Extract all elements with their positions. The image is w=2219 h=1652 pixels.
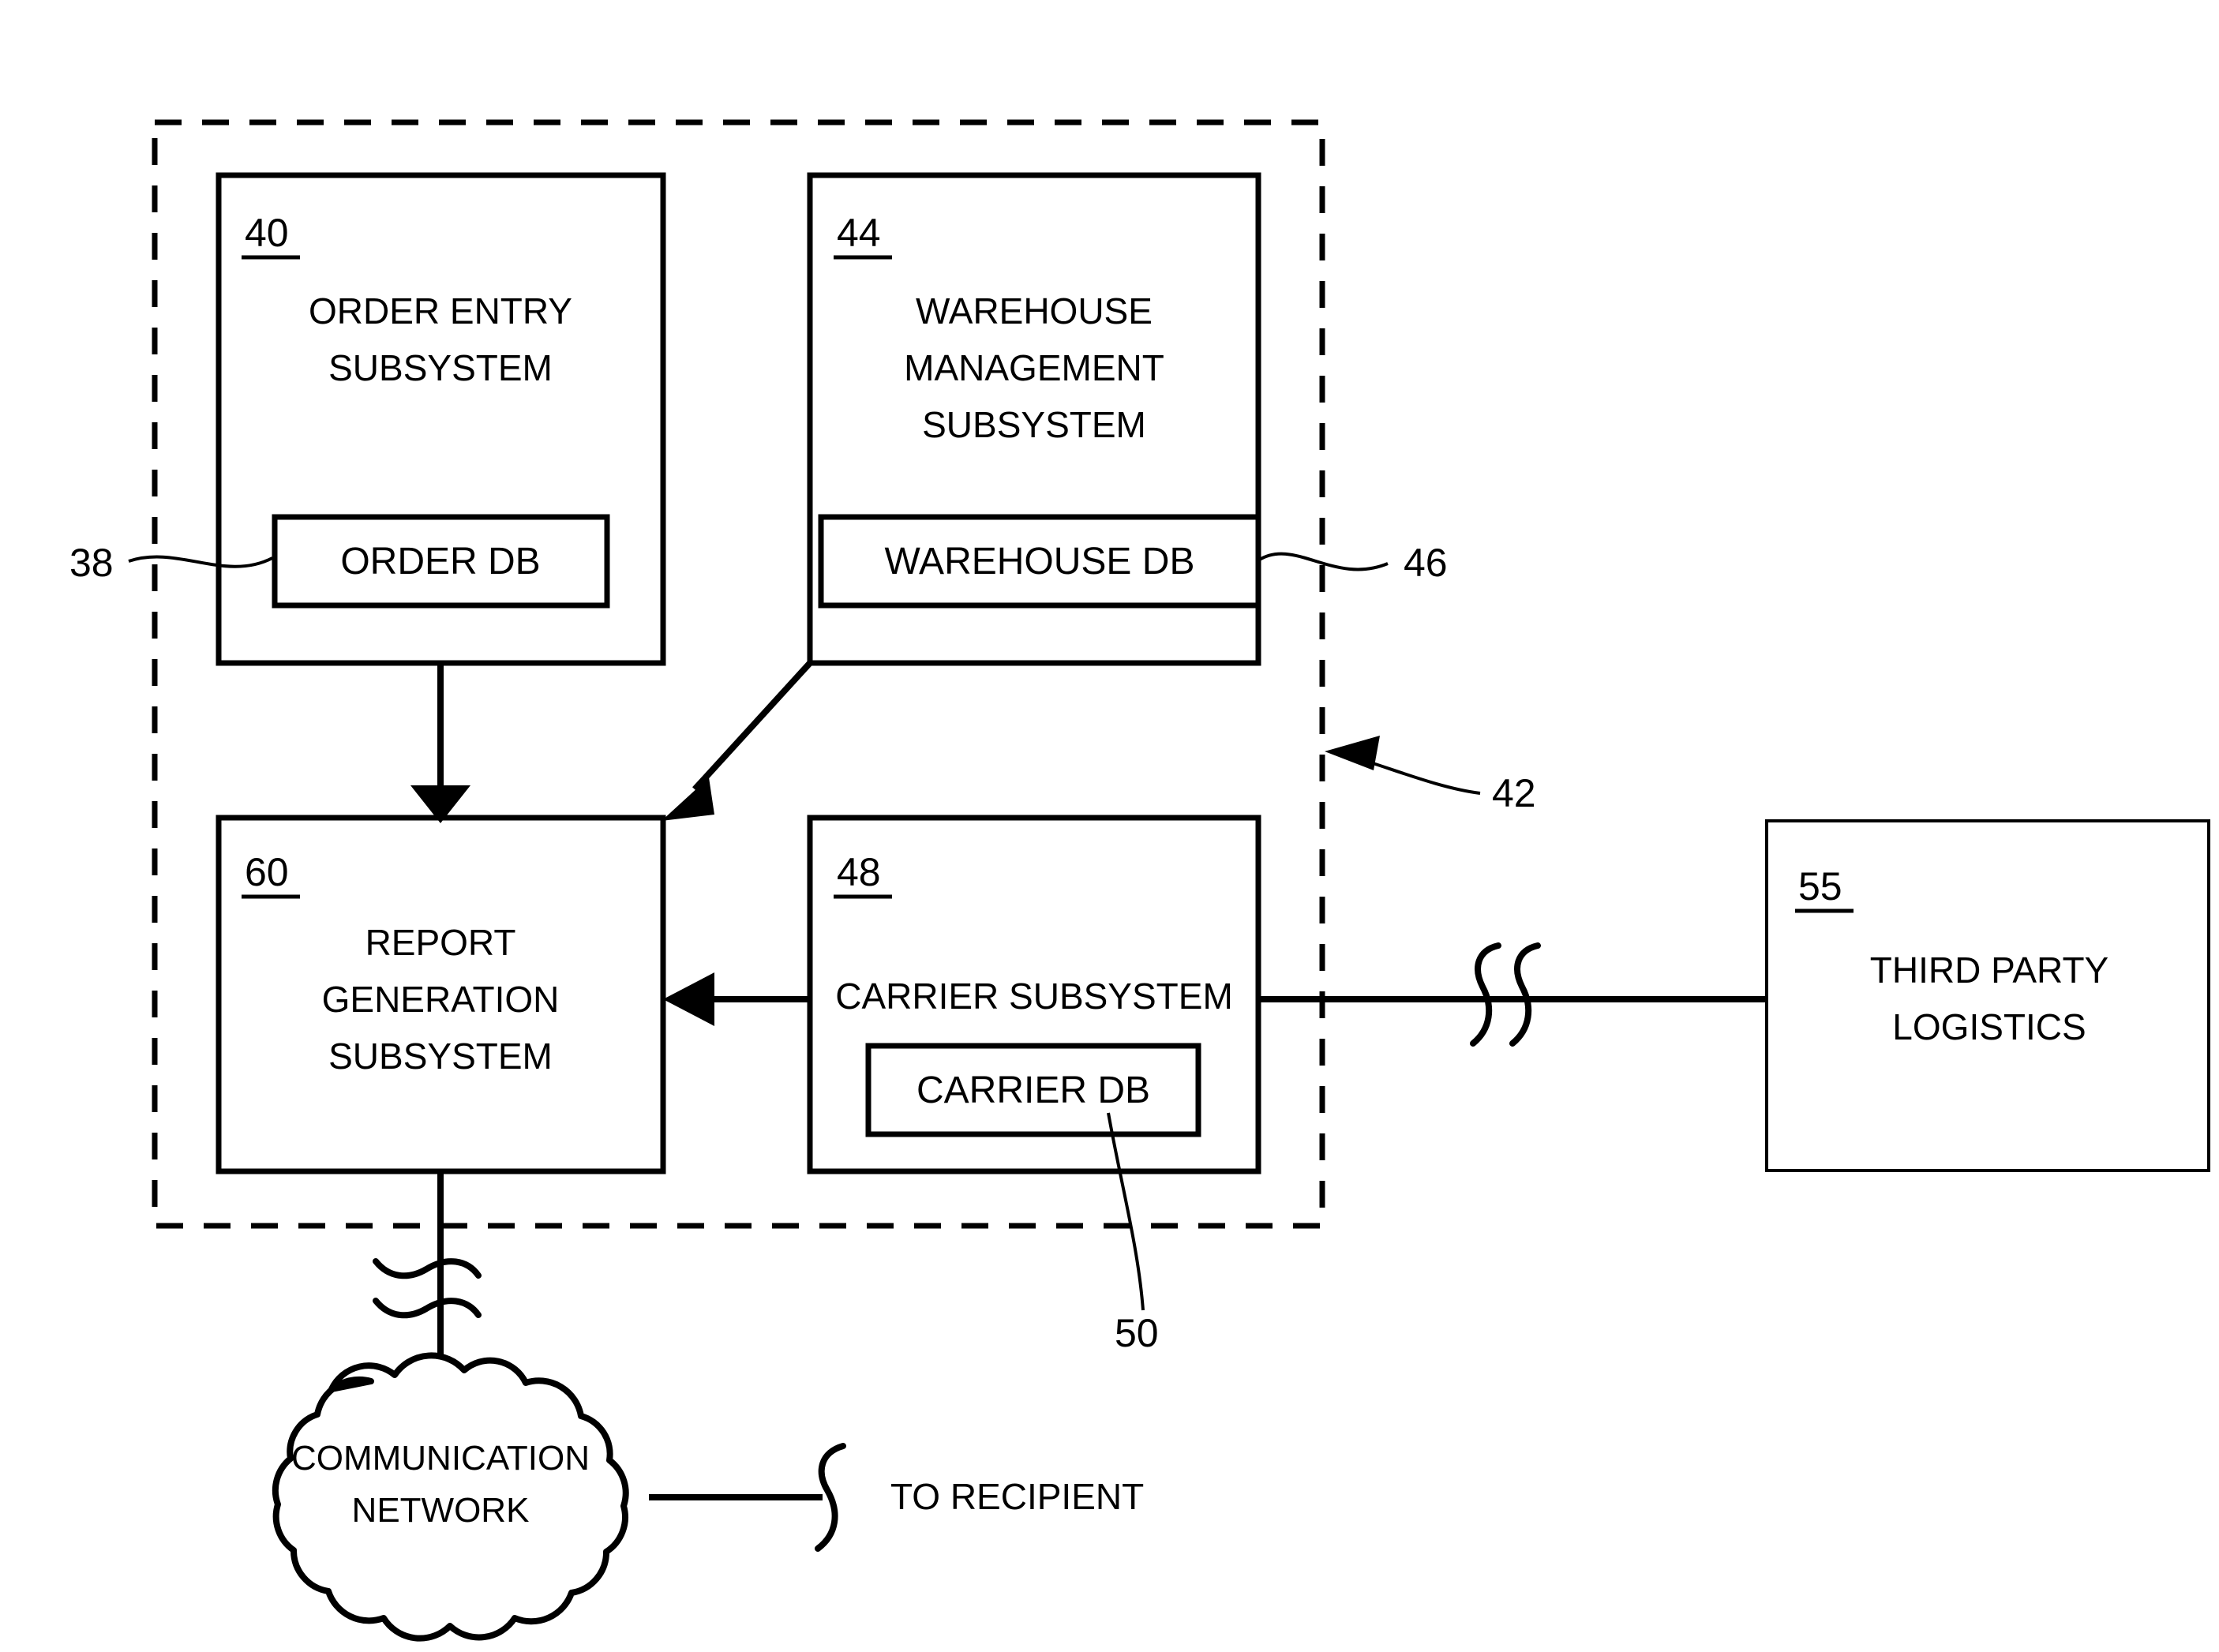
warehouse-title-line3: SUBSYSTEM — [922, 404, 1146, 445]
connection-warehouse-to-report — [662, 661, 812, 821]
warehouse-ref-number: 44 — [837, 211, 881, 255]
third-party-logistics-ref-number: 55 — [1798, 864, 1842, 908]
report-generation-title-line2: GENERATION — [322, 979, 560, 1020]
report-generation-title-line1: REPORT — [365, 922, 516, 963]
order-entry-title-line1: ORDER ENTRY — [309, 290, 572, 332]
order-db-label: ORDER DB — [340, 541, 540, 583]
connection-order-entry-to-report — [410, 663, 470, 823]
report-generation-title-line3: SUBSYSTEM — [328, 1036, 553, 1077]
communication-network-label-line1: COMMUNICATION — [291, 1439, 590, 1478]
diagram-canvas: 40 ORDER ENTRY SUBSYSTEM ORDER DB 38 44 … — [69, 119, 2210, 1642]
order-db-ref-number: 38 — [69, 541, 114, 585]
connection-carrier-to-3pl — [1258, 942, 1767, 1047]
third-party-logistics-title-line1: THIRD PARTY — [1870, 950, 2108, 991]
system-boundary-ref-pointer — [1325, 736, 1481, 795]
warehouse-title-line2: MANAGEMENT — [904, 347, 1164, 388]
communication-network-cloud[interactable]: COMMUNICATION NETWORK — [272, 1352, 629, 1642]
carrier-db-ref-number: 50 — [1115, 1311, 1159, 1355]
order-entry-ref-number: 40 — [245, 211, 289, 255]
carrier-title-line1: CARRIER SUBSYSTEM — [835, 976, 1233, 1017]
third-party-logistics-title-line2: LOGISTICS — [1892, 1006, 2086, 1047]
carrier-db-label: CARRIER DB — [916, 1069, 1150, 1111]
system-boundary-ref-number: 42 — [1492, 771, 1536, 815]
warehouse-db-label: WAREHOUSE DB — [885, 541, 1195, 583]
to-recipient-label: TO RECIPIENT — [890, 1476, 1144, 1517]
communication-network-label-line2: NETWORK — [352, 1491, 530, 1530]
warehouse-title-line1: WAREHOUSE — [916, 290, 1153, 332]
warehouse-db-ref-number: 46 — [1404, 541, 1448, 585]
carrier-ref-number: 48 — [837, 850, 881, 894]
patent-figure: 40 ORDER ENTRY SUBSYSTEM ORDER DB 38 44 … — [0, 0, 2219, 1652]
order-entry-title-line2: SUBSYSTEM — [328, 347, 553, 388]
report-generation-ref-number: 60 — [245, 850, 289, 894]
connection-network-to-recipient — [649, 1443, 846, 1552]
connection-carrier-to-report — [663, 972, 810, 1026]
